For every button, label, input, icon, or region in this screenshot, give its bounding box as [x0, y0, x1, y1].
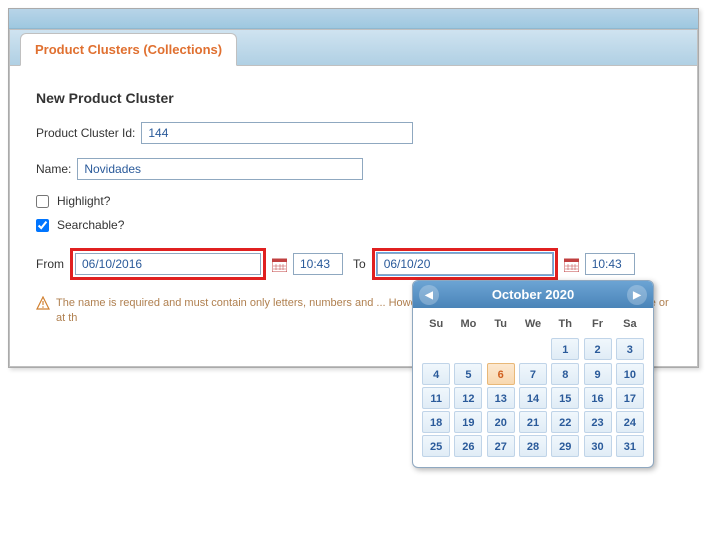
datepicker-day[interactable]: 16: [584, 387, 612, 409]
datepicker-prev-button[interactable]: ◀: [419, 285, 439, 305]
datepicker-header: ◀ October 2020 ▶: [413, 281, 653, 308]
page-title: New Product Cluster: [36, 90, 671, 106]
datepicker-day[interactable]: 18: [422, 411, 450, 433]
datepicker-day[interactable]: 11: [422, 387, 450, 409]
datepicker: ◀ October 2020 ▶ SuMoTuWeThFrSa 12345678…: [412, 280, 654, 468]
from-date-input[interactable]: [75, 253, 261, 275]
from-date-highlight: [70, 248, 266, 280]
datepicker-grid: SuMoTuWeThFrSa 1234567891011121314151617…: [419, 312, 647, 459]
datepicker-day[interactable]: 12: [454, 387, 482, 409]
calendar-icon[interactable]: [564, 257, 579, 272]
datepicker-day[interactable]: 9: [584, 363, 612, 385]
datepicker-day[interactable]: 10: [616, 363, 644, 385]
datepicker-day[interactable]: 17: [616, 387, 644, 409]
highlight-checkbox[interactable]: [36, 195, 49, 208]
datepicker-day[interactable]: 22: [551, 411, 579, 433]
datepicker-day[interactable]: 7: [519, 363, 547, 385]
product-cluster-id-input[interactable]: [141, 122, 413, 144]
name-label: Name:: [36, 162, 71, 176]
datepicker-day[interactable]: 30: [584, 435, 612, 457]
datepicker-day[interactable]: 2: [584, 338, 612, 360]
datepicker-dow: Tu: [486, 314, 516, 334]
datepicker-dow: Fr: [582, 314, 612, 334]
datepicker-day[interactable]: 25: [422, 435, 450, 457]
datepicker-empty-cell: [454, 336, 482, 358]
to-label: To: [353, 257, 366, 271]
to-date-input[interactable]: [377, 253, 553, 275]
datepicker-day[interactable]: 15: [551, 387, 579, 409]
datepicker-dow: Mo: [453, 314, 483, 334]
datepicker-day[interactable]: 19: [454, 411, 482, 433]
datepicker-day[interactable]: 20: [487, 411, 515, 433]
datepicker-day[interactable]: 4: [422, 363, 450, 385]
to-time-input[interactable]: [585, 253, 635, 275]
card: Product Clusters (Collections) New Produ…: [9, 29, 698, 367]
datepicker-day[interactable]: 3: [616, 338, 644, 360]
datepicker-empty-cell: [519, 336, 547, 358]
datepicker-dow: Su: [421, 314, 451, 334]
datepicker-title: October 2020: [492, 287, 574, 302]
panel: New Product Cluster Product Cluster Id: …: [10, 66, 697, 366]
from-label: From: [36, 257, 64, 271]
datepicker-dow: We: [518, 314, 548, 334]
datepicker-day[interactable]: 23: [584, 411, 612, 433]
calendar-icon[interactable]: [272, 257, 287, 272]
datepicker-day[interactable]: 24: [616, 411, 644, 433]
to-date-highlight: [372, 248, 558, 280]
datepicker-empty-cell: [487, 336, 515, 358]
datepicker-day[interactable]: 8: [551, 363, 579, 385]
name-input[interactable]: [77, 158, 363, 180]
datepicker-next-button[interactable]: ▶: [627, 285, 647, 305]
searchable-checkbox[interactable]: [36, 219, 49, 232]
datepicker-day[interactable]: 13: [487, 387, 515, 409]
datepicker-day[interactable]: 29: [551, 435, 579, 457]
window: Product Clusters (Collections) New Produ…: [8, 8, 699, 368]
tab-row: Product Clusters (Collections): [10, 30, 697, 66]
datepicker-dow: Sa: [615, 314, 645, 334]
datepicker-day[interactable]: 26: [454, 435, 482, 457]
datepicker-day[interactable]: 5: [454, 363, 482, 385]
tab-product-clusters[interactable]: Product Clusters (Collections): [20, 33, 237, 66]
datepicker-day[interactable]: 28: [519, 435, 547, 457]
datepicker-day[interactable]: 14: [519, 387, 547, 409]
datepicker-day[interactable]: 21: [519, 411, 547, 433]
searchable-label: Searchable?: [57, 218, 124, 232]
datepicker-day[interactable]: 6: [487, 363, 515, 385]
highlight-label: Highlight?: [57, 194, 110, 208]
datepicker-day[interactable]: 1: [551, 338, 579, 360]
id-label: Product Cluster Id:: [36, 126, 135, 140]
datepicker-day[interactable]: 27: [487, 435, 515, 457]
warning-icon: [36, 296, 50, 315]
from-time-input[interactable]: [293, 253, 343, 275]
datepicker-empty-cell: [422, 336, 450, 358]
window-chrome: [9, 9, 698, 29]
datepicker-day[interactable]: 31: [616, 435, 644, 457]
datepicker-dow: Th: [550, 314, 580, 334]
